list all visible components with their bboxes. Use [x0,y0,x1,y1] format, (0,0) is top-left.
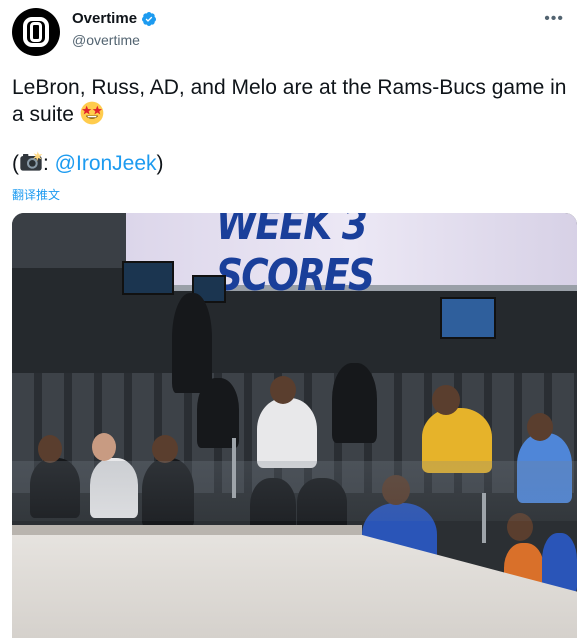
mention-link[interactable]: @IronJeek [55,152,157,175]
spectator [172,293,212,393]
spectator-head [92,433,116,461]
spectator-head [270,376,296,404]
display-name[interactable]: Overtime [72,10,137,27]
photo-credit: ( : @IronJeek) [12,150,568,177]
scoreboard-text: WEEK 3 SCORES [216,213,375,301]
author-name-row[interactable]: Overtime [72,10,157,27]
suite-tv [440,297,496,339]
spectator [332,363,377,443]
railing-post [482,493,486,543]
spectator-head [527,413,553,441]
avatar[interactable] [12,8,60,56]
credit-open: ( [12,152,19,175]
more-horizontal-icon[interactable]: ••• [544,10,564,28]
star-struck-emoji-icon [80,101,104,125]
handle[interactable]: @overtime [72,32,140,48]
railing-post [232,438,236,498]
concrete-ledge [12,535,577,638]
suite-tv [122,261,174,295]
spectator [257,398,317,468]
spectator-head [38,435,62,463]
translate-tweet-link[interactable]: 翻译推文 [12,186,60,203]
spectator-head [432,385,460,415]
camera-flash-emoji-icon [20,151,43,171]
overtime-logo-icon [23,17,49,47]
stadium-ceiling [12,213,126,268]
suite-glass-railing [12,461,577,521]
tweet-text-line1: LeBron, Russ, AD, and Melo are at the Ra… [12,74,568,128]
tweet-text: LeBron, Russ, AD, and Melo are at the Ra… [12,74,568,177]
credit-close: ) [156,152,164,175]
verified-badge-icon [142,11,157,26]
credit-colon: : [43,152,55,175]
tweet-photo[interactable]: WEEK 3 SCORES [12,213,577,638]
spectator-head [152,435,178,463]
